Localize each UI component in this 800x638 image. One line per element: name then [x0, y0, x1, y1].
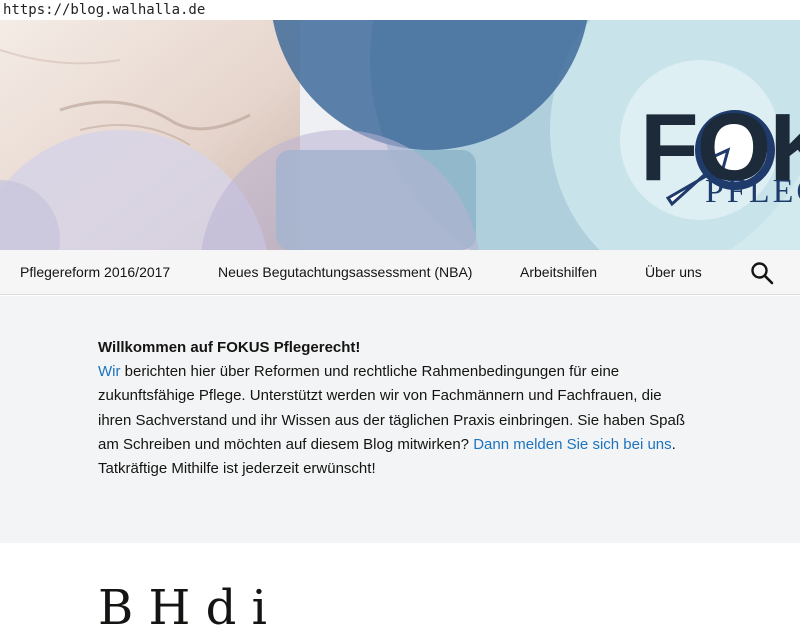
header-banner: FOK PFLEG: [0, 20, 800, 250]
nav-item-pflegereform[interactable]: Pflegereform 2016/2017: [20, 250, 170, 295]
search-icon[interactable]: [750, 261, 774, 285]
welcome-heading: Willkommen auf FOKUS Pflegerecht!: [98, 339, 361, 356]
nav-item-ueber-uns[interactable]: Über uns: [645, 250, 702, 295]
post-title[interactable]: B H d i: [98, 578, 267, 638]
wir-link[interactable]: Wir: [98, 363, 121, 380]
nav-item-nba[interactable]: Neues Begutachtungsassessment (NBA): [218, 250, 472, 295]
welcome-text: Willkommen auf FOKUS Pflegerecht! Wir be…: [98, 336, 698, 481]
nav-item-arbeitshilfen[interactable]: Arbeitshilfen: [520, 250, 597, 295]
url-bar[interactable]: https://blog.walhalla.de: [0, 0, 800, 20]
logo-subtitle: PFLEG: [705, 173, 800, 210]
contact-link[interactable]: Dann melden Sie sich bei uns: [473, 436, 671, 453]
welcome-section: Willkommen auf FOKUS Pflegerecht! Wir be…: [0, 296, 800, 543]
main-navigation: Pflegereform 2016/2017 Neues Begutachtun…: [0, 250, 800, 295]
